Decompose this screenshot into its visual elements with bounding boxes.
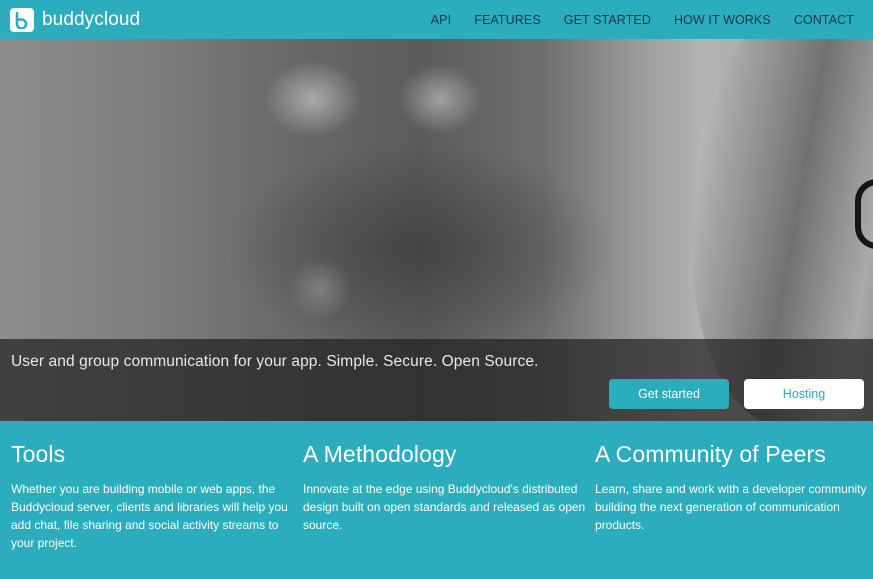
feature-methodology: A Methodology Innovate at the edge using… — [303, 441, 588, 534]
feature-text: Whether you are building mobile or web a… — [11, 482, 288, 550]
feature-text: Innovate at the edge using Buddycloud's … — [303, 482, 586, 532]
get-started-button[interactable]: Get started — [609, 379, 729, 409]
hero-tagline: User and group communication for your ap… — [11, 353, 539, 370]
main-nav: API FEATURES GET STARTED HOW IT WORKS CO… — [431, 0, 873, 39]
feature-title: Tools — [11, 441, 66, 467]
feature-tools: Tools Whether you are building mobile or… — [11, 441, 296, 552]
hosting-button[interactable]: Hosting — [744, 379, 864, 409]
feature-title: A Methodology — [303, 441, 457, 467]
nav-link-api[interactable]: API — [431, 13, 451, 27]
hero-photo-glasses — [855, 179, 873, 249]
nav-link-contact[interactable]: CONTACT — [794, 13, 854, 27]
brand-name: buddycloud — [42, 8, 141, 30]
hero-caption-bar: User and group communication for your ap… — [0, 339, 873, 421]
brand-link[interactable]: buddycloud — [10, 7, 141, 32]
top-navbar: buddycloud API FEATURES GET STARTED HOW … — [0, 0, 873, 39]
features-section: Tools Whether you are building mobile or… — [0, 421, 873, 579]
buddycloud-logo-icon — [10, 7, 34, 32]
nav-link-how-it-works[interactable]: HOW IT WORKS — [674, 13, 771, 27]
feature-community: A Community of Peers Learn, share and wo… — [595, 441, 873, 534]
nav-link-features[interactable]: FEATURES — [474, 13, 541, 27]
hero-banner: User and group communication for your ap… — [0, 39, 873, 421]
feature-text: Learn, share and work with a developer c… — [595, 482, 867, 532]
nav-link-get-started[interactable]: GET STARTED — [564, 13, 651, 27]
feature-title: A Community of Peers — [595, 441, 826, 467]
